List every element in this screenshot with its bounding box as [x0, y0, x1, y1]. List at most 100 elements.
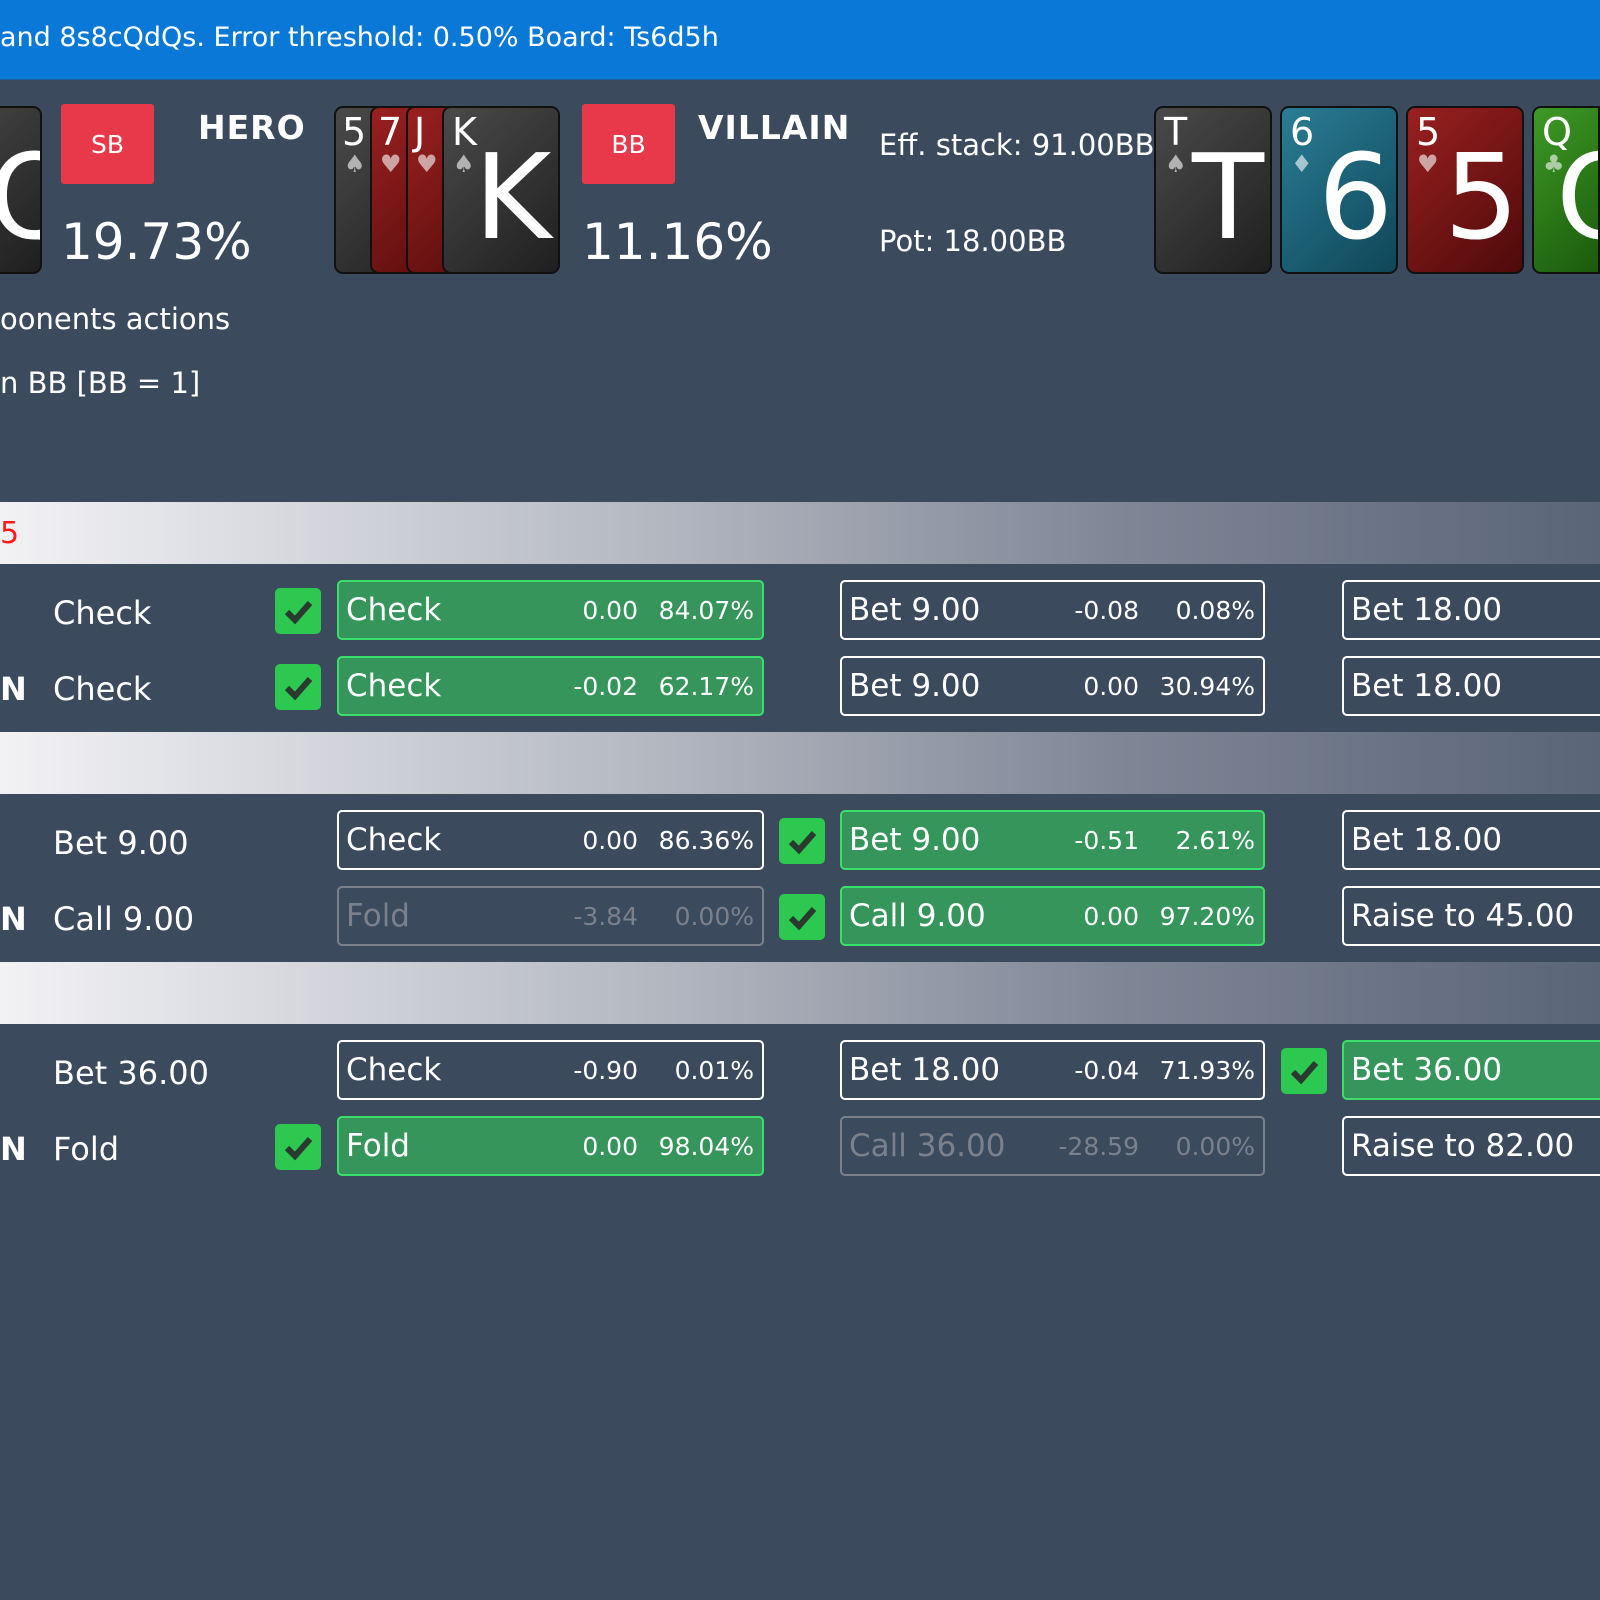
row-3-option-2-checkbox[interactable]: [779, 818, 825, 864]
option-label: Raise to 45.00: [1351, 898, 1575, 934]
row-1-option-1-checkbox[interactable]: [275, 588, 321, 634]
row-6-action: Fold: [53, 1130, 120, 1168]
villain-card-4: K ♠ K: [442, 106, 560, 274]
row-3-option-3[interactable]: Bet 18.00: [1342, 810, 1600, 870]
option-frequency: 84.07%: [658, 596, 754, 625]
heart-icon: ♥: [1417, 150, 1439, 178]
row-2-option-1-checkbox[interactable]: [275, 664, 321, 710]
check-icon: [284, 1137, 313, 1161]
row-4-option-3[interactable]: Raise to 45.00: [1342, 886, 1600, 946]
option-frequency: 71.93%: [1159, 1056, 1255, 1085]
row-3-option-1[interactable]: Check 0.00 86.36%: [337, 810, 764, 870]
opponents-actions-label: oonents actions: [0, 302, 231, 336]
row-5-option-3[interactable]: Bet 36.00: [1342, 1040, 1600, 1100]
hero-card-partial: Q: [0, 106, 42, 274]
row-2-option-2[interactable]: Bet 9.00 0.00 30.94%: [840, 656, 1265, 716]
option-label: Check: [346, 822, 442, 858]
option-ev: -0.08: [1074, 596, 1139, 625]
title-bar: and 8s8cQdQs. Error threshold: 0.50% Boa…: [0, 0, 1600, 80]
row-6-player: N: [0, 1130, 27, 1168]
option-frequency: 98.04%: [658, 1132, 754, 1161]
pot-size: Pot: 18.00BB: [879, 224, 1067, 258]
option-label: Fold: [346, 1128, 410, 1164]
villain-equity: 11.16%: [582, 213, 773, 271]
bb-unit-label: n BB [BB = 1]: [0, 366, 201, 400]
villain-card-3-rank: J: [414, 110, 426, 154]
option-frequency: 0.00%: [674, 902, 754, 931]
board-card-4: Q ♣ Q: [1532, 106, 1600, 274]
street-header-1-text: 5: [0, 516, 20, 551]
hero-position-badge: SB: [61, 104, 154, 184]
board-cards: T ♠ T 6 ♦ 6 5 ♥ 5 Q ♣ Q: [1154, 106, 1600, 278]
option-frequency: 86.36%: [658, 826, 754, 855]
heart-icon: ♥: [416, 150, 438, 178]
option-label: Bet 18.00: [1351, 822, 1503, 858]
option-ev: 0.00: [582, 1132, 638, 1161]
option-frequency: 0.08%: [1175, 596, 1255, 625]
board-card-1-rank: T: [1164, 110, 1188, 154]
option-ev: 0.00: [1083, 902, 1139, 931]
spade-icon: ♠: [1165, 150, 1187, 178]
option-ev: -3.84: [573, 902, 638, 931]
row-5-action: Bet 36.00: [53, 1054, 209, 1092]
villain-card-1-rank: 5: [342, 110, 367, 154]
street-header-3: [0, 962, 1600, 1024]
check-icon: [284, 601, 313, 625]
check-icon: [788, 831, 817, 855]
row-4-option-2-checkbox[interactable]: [779, 894, 825, 940]
check-icon: [788, 907, 817, 931]
board-card-4-big-rank: Q: [1556, 138, 1598, 256]
title-text: and 8s8cQdQs. Error threshold: 0.50% Boa…: [0, 22, 719, 53]
option-frequency: 97.20%: [1159, 902, 1255, 931]
check-icon: [284, 677, 313, 701]
row-3-option-2[interactable]: Bet 9.00 -0.51 2.61%: [840, 810, 1265, 870]
row-2-player: N: [0, 670, 27, 708]
row-1-option-1[interactable]: Check 0.00 84.07%: [337, 580, 764, 640]
option-label: Bet 18.00: [1351, 668, 1503, 704]
row-3-action: Bet 9.00: [53, 824, 189, 862]
row-4-option-2[interactable]: Call 9.00 0.00 97.20%: [840, 886, 1265, 946]
row-1-option-3[interactable]: Bet 18.00: [1342, 580, 1600, 640]
heart-icon: ♥: [380, 150, 402, 178]
row-4-action: Call 9.00: [53, 900, 195, 938]
board-card-2-big-rank: 6: [1318, 128, 1394, 266]
option-frequency: 0.00%: [1175, 1132, 1255, 1161]
option-ev: -28.59: [1058, 1132, 1139, 1161]
row-5-option-1[interactable]: Check -0.90 0.01%: [337, 1040, 764, 1100]
villain-position-badge: BB: [582, 104, 675, 184]
villain-card-4-big-rank: K: [474, 128, 552, 266]
option-frequency: 0.01%: [674, 1056, 754, 1085]
row-2-option-1[interactable]: Check -0.02 62.17%: [337, 656, 764, 716]
option-label: Check: [346, 668, 442, 704]
board-card-3-big-rank: 5: [1444, 128, 1520, 266]
check-icon: [1290, 1061, 1319, 1085]
option-ev: -0.90: [573, 1056, 638, 1085]
row-6-option-1[interactable]: Fold 0.00 98.04%: [337, 1116, 764, 1176]
option-frequency: 2.61%: [1175, 826, 1255, 855]
diamond-icon: ♦: [1291, 150, 1313, 178]
option-label: Bet 9.00: [849, 822, 981, 858]
option-label: Call 9.00: [849, 898, 986, 934]
option-label: Bet 9.00: [849, 592, 981, 628]
option-ev: -0.04: [1074, 1056, 1139, 1085]
row-6-option-3[interactable]: Raise to 82.00: [1342, 1116, 1600, 1176]
villain-hand: 5 ♠ 7 ♥ J ♥ K ♠ K: [334, 106, 564, 278]
row-6-option-2[interactable]: Call 36.00 -28.59 0.00%: [840, 1116, 1265, 1176]
board-card-3: 5 ♥ 5: [1406, 106, 1524, 274]
row-1-option-2[interactable]: Bet 9.00 -0.08 0.08%: [840, 580, 1265, 640]
street-header-1: 5: [0, 502, 1600, 564]
villain-card-2-rank: 7: [378, 110, 403, 154]
spade-icon: ♠: [344, 150, 366, 178]
option-ev: -0.02: [573, 672, 638, 701]
option-ev: -0.51: [1074, 826, 1139, 855]
hero-name: HERO: [198, 108, 306, 147]
row-6-option-1-checkbox[interactable]: [275, 1124, 321, 1170]
board-card-2-rank: 6: [1290, 110, 1315, 154]
row-5-option-2[interactable]: Bet 18.00 -0.04 71.93%: [840, 1040, 1265, 1100]
row-2-option-3[interactable]: Bet 18.00: [1342, 656, 1600, 716]
row-4-option-1[interactable]: Fold -3.84 0.00%: [337, 886, 764, 946]
option-frequency: 30.94%: [1159, 672, 1255, 701]
row-5-option-3-checkbox[interactable]: [1281, 1048, 1327, 1094]
option-label: Fold: [346, 898, 410, 934]
spade-icon: ♠: [453, 150, 475, 178]
